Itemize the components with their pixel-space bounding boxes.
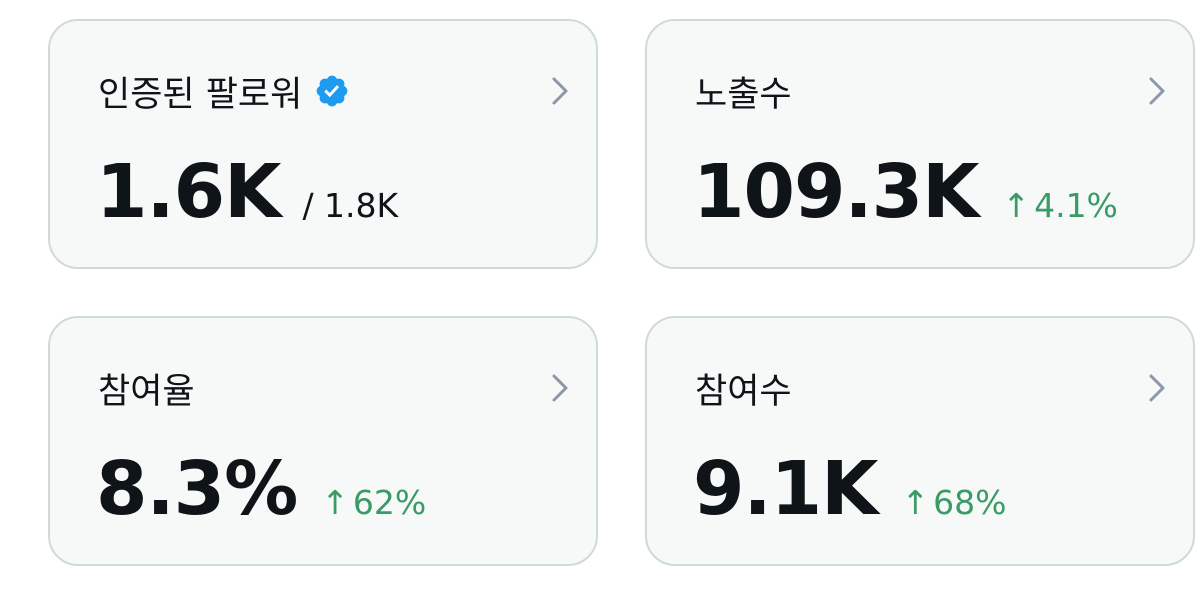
value-row: 8.3% ↑ 62%	[96, 446, 426, 536]
stat-total: / 1.8K	[302, 186, 399, 225]
value-row: 1.6K / 1.8K	[96, 149, 398, 239]
arrow-up-icon: ↑	[1002, 186, 1031, 225]
card-title-row: 노출수	[695, 67, 792, 115]
change-value: 4.1%	[1034, 186, 1118, 225]
chevron-right-icon[interactable]	[546, 73, 574, 109]
verified-badge-icon	[314, 73, 350, 109]
value-row: 109.3K ↑ 4.1%	[693, 149, 1118, 239]
change-value: 68%	[933, 483, 1007, 522]
stat-value: 1.6K	[96, 149, 281, 235]
chevron-right-icon[interactable]	[1143, 370, 1171, 406]
card-title-row: 참여율	[98, 364, 195, 412]
card-title: 노출수	[695, 74, 792, 115]
change-indicator: ↑ 62%	[321, 483, 426, 522]
card-title: 참여율	[98, 371, 195, 412]
card-title: 인증된 팔로워	[98, 74, 303, 115]
arrow-up-icon: ↑	[901, 483, 930, 522]
change-indicator: ↑ 4.1%	[1002, 186, 1118, 225]
chevron-right-icon[interactable]	[1143, 73, 1171, 109]
stat-value: 109.3K	[693, 149, 979, 235]
card-title-row: 인증된 팔로워	[98, 67, 350, 115]
card-title-row: 참여수	[695, 364, 792, 412]
arrow-up-icon: ↑	[321, 483, 349, 522]
chevron-right-icon[interactable]	[546, 370, 574, 406]
value-row: 9.1K ↑ 68%	[693, 446, 1006, 536]
stat-card-impressions[interactable]: 노출수 109.3K ↑ 4.1%	[645, 19, 1195, 269]
stat-value: 8.3%	[96, 446, 298, 532]
change-value: 62%	[352, 483, 427, 522]
change-indicator: ↑ 68%	[901, 483, 1006, 522]
stat-card-engagements[interactable]: 참여수 9.1K ↑ 68%	[645, 316, 1195, 566]
stat-value: 9.1K	[693, 446, 878, 532]
card-title: 참여수	[695, 371, 792, 412]
stat-card-engagement-rate[interactable]: 참여율 8.3% ↑ 62%	[48, 316, 598, 566]
stat-card-verified-followers[interactable]: 인증된 팔로워 1.6K / 1.8K	[48, 19, 598, 269]
